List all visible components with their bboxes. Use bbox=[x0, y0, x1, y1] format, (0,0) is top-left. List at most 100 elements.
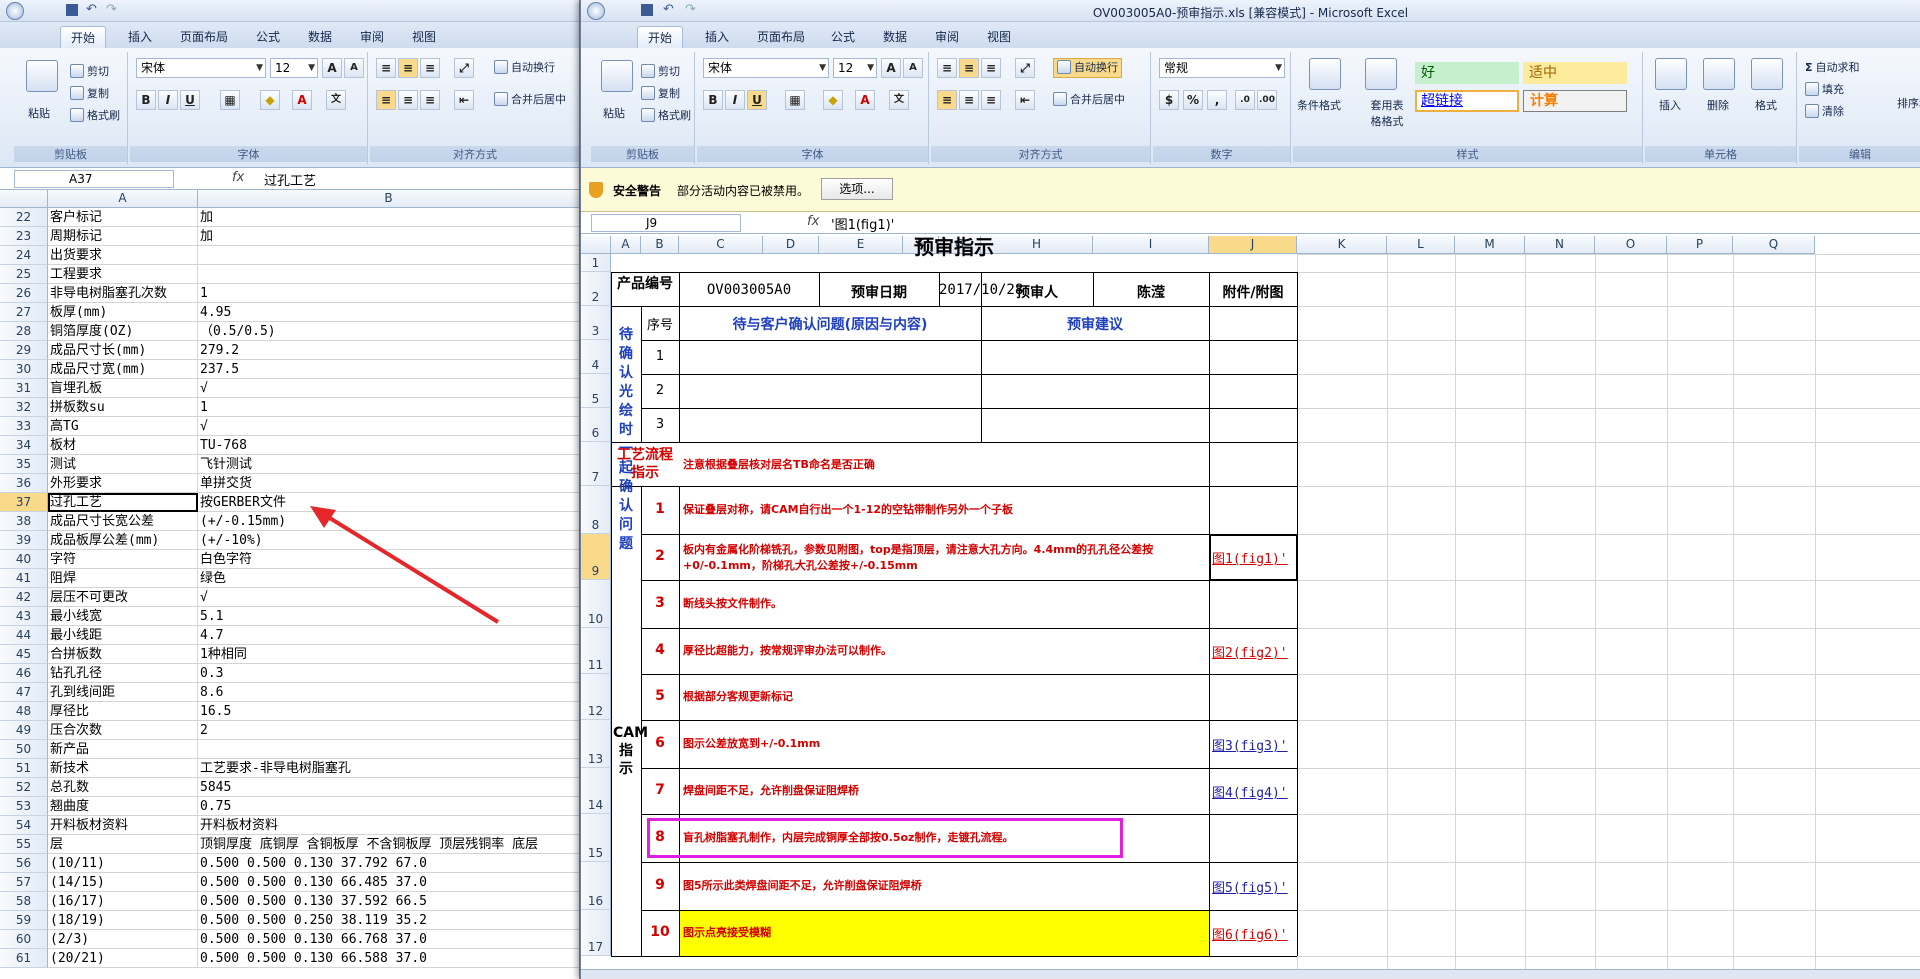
style-neutral[interactable]: 适中 bbox=[1523, 62, 1627, 84]
row-header[interactable]: 9 bbox=[581, 534, 611, 580]
table-format-icon[interactable] bbox=[1365, 58, 1397, 90]
merge-center-button[interactable]: 合并后居中 bbox=[1053, 92, 1125, 108]
row-header[interactable]: 17 bbox=[581, 910, 611, 956]
comma-icon[interactable]: , bbox=[1207, 90, 1227, 110]
conditional-format-icon[interactable] bbox=[1309, 58, 1341, 90]
align-center-icon[interactable]: ≡ bbox=[959, 90, 979, 110]
fx-icon[interactable]: fx bbox=[807, 214, 819, 229]
row-header[interactable]: 16 bbox=[581, 862, 611, 910]
increase-decimal-icon[interactable]: .0 bbox=[1235, 90, 1255, 110]
font-name-combo[interactable]: 宋体 ▼ bbox=[703, 58, 829, 78]
format-painter-button[interactable]: 格式刷 bbox=[641, 108, 691, 124]
delete-cells-icon[interactable] bbox=[1703, 58, 1735, 90]
row-header[interactable]: 6 bbox=[581, 408, 611, 442]
orientation-icon[interactable]: ⤢ bbox=[1015, 58, 1035, 78]
conditional-format-button[interactable]: 条件格式 bbox=[1297, 98, 1341, 114]
column-header-k[interactable]: K bbox=[1297, 236, 1387, 254]
tab-review[interactable]: 审阅 bbox=[925, 26, 969, 48]
window-title: OV003005A0-预审指示.xls [兼容模式] - Microsoft E… bbox=[1092, 6, 1409, 20]
style-hyperlink[interactable]: 超链接 bbox=[1415, 90, 1519, 112]
row-header[interactable]: 15 bbox=[581, 814, 611, 862]
delete-cells-button[interactable]: 删除 bbox=[1707, 98, 1729, 114]
tab-page-layout[interactable]: 页面布局 bbox=[747, 26, 815, 48]
product-no-value[interactable]: OV003005A0 bbox=[679, 282, 819, 298]
cam-item-attachment-link[interactable]: 图3(fig3)' bbox=[1212, 735, 1288, 754]
column-header-p[interactable]: P bbox=[1667, 236, 1733, 254]
row-header[interactable]: 1 bbox=[581, 254, 611, 272]
format-cells-button[interactable]: 格式 bbox=[1755, 98, 1777, 114]
decrease-decimal-icon[interactable]: .00 bbox=[1257, 90, 1277, 110]
tab-data[interactable]: 数据 bbox=[873, 26, 917, 48]
font-color-icon[interactable]: A bbox=[855, 90, 875, 110]
italic-icon[interactable]: I bbox=[725, 90, 745, 110]
align-bottom-icon[interactable]: ≡ bbox=[981, 58, 1001, 78]
percent-icon[interactable]: % bbox=[1183, 90, 1203, 110]
clear-button[interactable]: 清除 bbox=[1805, 104, 1844, 120]
align-right-icon[interactable]: ≡ bbox=[981, 90, 1001, 110]
shrink-font-icon[interactable]: A bbox=[903, 58, 923, 78]
row-header[interactable]: 12 bbox=[581, 674, 611, 720]
clipboard-group-label: 剪贴板 bbox=[591, 146, 694, 162]
outdent-icon[interactable]: ⇤ bbox=[1015, 90, 1035, 110]
cam-item-attachment-link[interactable]: 图4(fig4)' bbox=[1212, 782, 1288, 801]
format-cells-icon[interactable] bbox=[1751, 58, 1783, 90]
cam-item-attachment-link[interactable]: 图2(fig2)' bbox=[1212, 642, 1288, 661]
autosum-button[interactable]: Σ 自动求和 bbox=[1805, 60, 1860, 76]
select-all-corner[interactable] bbox=[581, 236, 611, 254]
cam-item-attachment-link[interactable]: 图6(fig6)' bbox=[1212, 924, 1288, 943]
column-header-l[interactable]: L bbox=[1387, 236, 1455, 254]
sort-filter-button[interactable]: 排序和筛选 bbox=[1897, 96, 1920, 112]
date-value[interactable]: 2017/10/28 bbox=[939, 282, 1023, 298]
tab-formulas[interactable]: 公式 bbox=[821, 26, 865, 48]
font-size-combo[interactable]: 12 ▼ bbox=[833, 58, 877, 78]
phonetic-icon[interactable]: 文 bbox=[889, 90, 909, 110]
align-middle-icon[interactable]: ≡ bbox=[959, 58, 979, 78]
selected-cell-j9[interactable] bbox=[1209, 534, 1298, 581]
fill-color-icon[interactable]: ◆ bbox=[823, 90, 843, 110]
grow-font-icon[interactable]: A bbox=[881, 58, 901, 78]
paste-icon[interactable] bbox=[601, 60, 633, 92]
row-header[interactable]: 11 bbox=[581, 628, 611, 674]
wrap-text-button[interactable]: 自动换行 bbox=[1053, 58, 1122, 78]
right-name-box[interactable]: J9 bbox=[591, 214, 741, 232]
security-options-button[interactable]: 选项... bbox=[821, 178, 893, 200]
row-header[interactable]: 2 bbox=[581, 272, 611, 306]
row-header[interactable]: 3 bbox=[581, 306, 611, 340]
column-header-m[interactable]: M bbox=[1455, 236, 1525, 254]
tab-home[interactable]: 开始 bbox=[637, 26, 684, 48]
align-left-icon[interactable]: ≡ bbox=[937, 90, 957, 110]
row-header[interactable]: 7 bbox=[581, 442, 611, 486]
currency-icon[interactable]: $ bbox=[1159, 90, 1179, 110]
tab-insert[interactable]: 插入 bbox=[695, 26, 739, 48]
align-top-icon[interactable]: ≡ bbox=[937, 58, 957, 78]
style-good[interactable]: 好 bbox=[1415, 62, 1519, 84]
copy-button[interactable]: 复制 bbox=[641, 86, 680, 102]
row-header[interactable]: 4 bbox=[581, 340, 611, 374]
row-header[interactable]: 14 bbox=[581, 768, 611, 814]
row-header[interactable]: 13 bbox=[581, 720, 611, 768]
right-formula-input[interactable]: '图1(fig1)' bbox=[831, 214, 894, 233]
row-header[interactable]: 5 bbox=[581, 374, 611, 408]
style-calculation[interactable]: 计算 bbox=[1523, 90, 1627, 112]
cam-item-attachment-link[interactable]: 图5(fig5)' bbox=[1212, 877, 1288, 896]
column-header-q[interactable]: Q bbox=[1733, 236, 1815, 254]
number-format-combo[interactable]: 常规 ▼ bbox=[1159, 58, 1285, 78]
tab-view[interactable]: 视图 bbox=[977, 26, 1021, 48]
row-header[interactable]: 8 bbox=[581, 486, 611, 534]
border-icon[interactable]: ▦ bbox=[785, 90, 805, 110]
row-header[interactable]: 10 bbox=[581, 580, 611, 628]
column-header-n[interactable]: N bbox=[1525, 236, 1595, 254]
fill-button[interactable]: 填充 bbox=[1805, 82, 1844, 98]
paste-button[interactable]: 粘贴 bbox=[603, 106, 625, 122]
table-format-button[interactable]: 套用表格格式 bbox=[1367, 98, 1407, 130]
cut-button[interactable]: 剪切 bbox=[641, 64, 680, 80]
column-header-o[interactable]: O bbox=[1595, 236, 1667, 254]
bold-icon[interactable]: B bbox=[703, 90, 723, 110]
confirm-section-label: 待确认光绘时一起确认问题 bbox=[619, 327, 633, 552]
insert-cells-icon[interactable] bbox=[1655, 58, 1687, 90]
cam-item-text: 图5所示此类焊盘间距不足，允许削盘保证阻焊桥 bbox=[683, 879, 922, 892]
reviewer-value[interactable]: 陈滢 bbox=[1093, 282, 1209, 302]
underline-icon[interactable]: U bbox=[747, 90, 767, 110]
sheet-tabs-bar[interactable] bbox=[581, 969, 1920, 979]
insert-cells-button[interactable]: 插入 bbox=[1659, 98, 1681, 114]
